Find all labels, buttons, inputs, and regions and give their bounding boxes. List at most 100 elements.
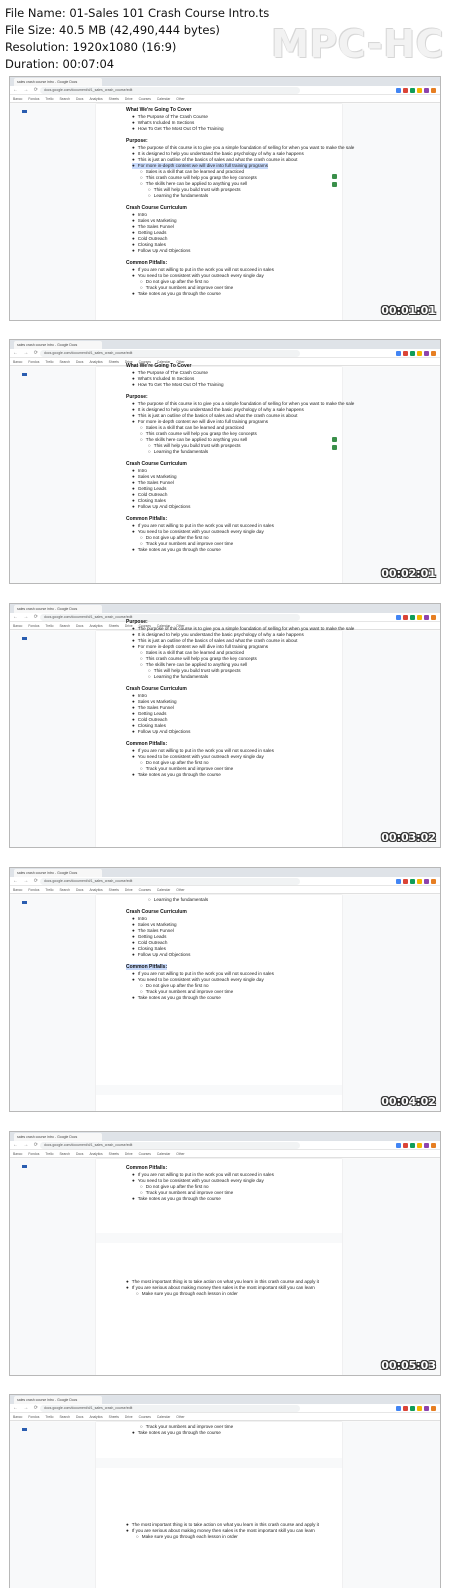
- extension-icon[interactable]: [410, 351, 415, 356]
- bookmark-item[interactable]: Drive: [125, 888, 133, 892]
- extension-icon[interactable]: [417, 1143, 422, 1148]
- extension-icon[interactable]: [417, 88, 422, 93]
- outline-icon[interactable]: [22, 373, 27, 376]
- comment-icon[interactable]: [332, 445, 337, 450]
- bookmark-item[interactable]: Analytics: [89, 1415, 102, 1419]
- extension-icon[interactable]: [403, 351, 408, 356]
- browser-tab[interactable]: sales crash course intro - Google Docs: [14, 869, 102, 877]
- bookmark-item[interactable]: Sheets: [109, 1415, 119, 1419]
- bookmark-item[interactable]: Fondos: [28, 1152, 39, 1156]
- extension-icon[interactable]: [424, 615, 429, 620]
- extension-icon[interactable]: [410, 1406, 415, 1411]
- bookmark-item[interactable]: Banco: [13, 1152, 22, 1156]
- bookmark-item[interactable]: Fondos: [28, 360, 39, 364]
- bookmark-item[interactable]: Sheets: [109, 97, 119, 101]
- extension-icon[interactable]: [424, 1406, 429, 1411]
- comment-icon[interactable]: [332, 437, 337, 442]
- bookmark-item[interactable]: Calendar: [157, 1415, 170, 1419]
- bookmark-item[interactable]: Analytics: [89, 624, 102, 628]
- bookmark-item[interactable]: Trello: [45, 888, 53, 892]
- outline-icon[interactable]: [22, 110, 27, 113]
- bookmark-item[interactable]: Banco: [13, 1415, 22, 1419]
- browser-tab[interactable]: sales crash course intro - Google Docs: [14, 1396, 102, 1404]
- extension-icon[interactable]: [396, 88, 401, 93]
- extension-icon[interactable]: [424, 879, 429, 884]
- extension-icon[interactable]: [403, 879, 408, 884]
- bookmark-item[interactable]: Drive: [125, 97, 133, 101]
- url-field[interactable]: docs.google.com/document/d/1_sales_crash…: [40, 1142, 300, 1149]
- extension-icon[interactable]: [424, 88, 429, 93]
- extension-icon[interactable]: [424, 1143, 429, 1148]
- bookmark-item[interactable]: Analytics: [89, 1152, 102, 1156]
- bookmark-item[interactable]: Docs: [76, 97, 84, 101]
- bookmark-item[interactable]: Search: [59, 360, 69, 364]
- extension-icon[interactable]: [417, 615, 422, 620]
- bookmark-item[interactable]: Courses: [139, 888, 151, 892]
- document-page[interactable]: ○ Learning the fundamentals Crash Course C…: [96, 895, 342, 1111]
- bookmark-item[interactable]: Fondos: [28, 1415, 39, 1419]
- extension-icon[interactable]: [417, 1406, 422, 1411]
- bookmark-item[interactable]: Search: [59, 888, 69, 892]
- extension-icon[interactable]: [410, 879, 415, 884]
- browser-tab[interactable]: sales crash course intro - Google Docs: [14, 1133, 102, 1141]
- bookmark-item[interactable]: Analytics: [89, 360, 102, 364]
- bookmark-item[interactable]: Sheets: [109, 624, 119, 628]
- document-page[interactable]: What We're Going To Cover ● The Purpose of…: [96, 104, 354, 320]
- bookmark-item[interactable]: Other: [176, 888, 184, 892]
- comment-icon[interactable]: [332, 174, 337, 179]
- extension-icon[interactable]: [431, 88, 436, 93]
- comment-icon[interactable]: [332, 182, 337, 187]
- bookmark-item[interactable]: Banco: [13, 360, 22, 364]
- bookmark-item[interactable]: Fondos: [28, 624, 39, 628]
- url-field[interactable]: docs.google.com/document/d/1_sales_crash…: [40, 878, 300, 885]
- document-page[interactable]: Common Pitfalls: ● If you are not willing …: [96, 1159, 342, 1375]
- bookmark-item[interactable]: Other: [176, 97, 184, 101]
- outline-icon[interactable]: [22, 1165, 27, 1168]
- bookmark-item[interactable]: Trello: [45, 97, 53, 101]
- bookmark-item[interactable]: Docs: [76, 1415, 84, 1419]
- document-page[interactable]: ○ Track your numbers and improve over tim…: [96, 1422, 342, 1588]
- bookmark-item[interactable]: Calendar: [157, 888, 170, 892]
- url-field[interactable]: docs.google.com/document/d/1_sales_crash…: [40, 1405, 300, 1412]
- bookmark-item[interactable]: Search: [59, 624, 69, 628]
- extension-icon[interactable]: [403, 88, 408, 93]
- bookmark-item[interactable]: Courses: [139, 1152, 151, 1156]
- bookmark-item[interactable]: Other: [176, 1415, 184, 1419]
- bookmark-item[interactable]: Drive: [125, 1152, 133, 1156]
- extension-icon[interactable]: [403, 615, 408, 620]
- bookmark-item[interactable]: Calendar: [157, 97, 170, 101]
- bookmark-item[interactable]: Trello: [45, 1152, 53, 1156]
- browser-tab[interactable]: sales crash course intro - Google Docs: [14, 78, 102, 86]
- bookmark-item[interactable]: Docs: [76, 624, 84, 628]
- bookmark-item[interactable]: Sheets: [109, 1152, 119, 1156]
- bookmark-item[interactable]: Banco: [13, 97, 22, 101]
- outline-icon[interactable]: [22, 1428, 27, 1431]
- extension-icon[interactable]: [410, 88, 415, 93]
- bookmark-item[interactable]: Docs: [76, 360, 84, 364]
- bookmark-item[interactable]: Sheets: [109, 360, 119, 364]
- bookmark-item[interactable]: Other: [176, 1152, 184, 1156]
- bookmark-item[interactable]: Courses: [139, 1415, 151, 1419]
- bookmark-item[interactable]: Banco: [13, 888, 22, 892]
- outline-icon[interactable]: [22, 901, 27, 904]
- extension-icon[interactable]: [417, 351, 422, 356]
- extension-icon[interactable]: [431, 351, 436, 356]
- bookmark-item[interactable]: Calendar: [157, 1152, 170, 1156]
- extension-icon[interactable]: [417, 879, 422, 884]
- bookmark-item[interactable]: Drive: [125, 1415, 133, 1419]
- extension-icon[interactable]: [396, 615, 401, 620]
- extension-icon[interactable]: [396, 1143, 401, 1148]
- bookmark-item[interactable]: Sheets: [109, 888, 119, 892]
- document-page[interactable]: Purpose: ● The purpose of this course is t…: [96, 619, 354, 847]
- document-page[interactable]: What We're Going To Cover ● The Purpose of…: [96, 363, 354, 583]
- extension-icon[interactable]: [403, 1143, 408, 1148]
- outline-icon[interactable]: [22, 637, 27, 640]
- bookmark-item[interactable]: Search: [59, 1152, 69, 1156]
- extension-icon[interactable]: [424, 351, 429, 356]
- bookmark-item[interactable]: Analytics: [89, 97, 102, 101]
- bookmark-item[interactable]: Docs: [76, 1152, 84, 1156]
- bookmark-item[interactable]: Banco: [13, 624, 22, 628]
- bookmark-item[interactable]: Search: [59, 1415, 69, 1419]
- url-field[interactable]: docs.google.com/document/d/1_sales_crash…: [40, 614, 300, 621]
- extension-icon[interactable]: [410, 615, 415, 620]
